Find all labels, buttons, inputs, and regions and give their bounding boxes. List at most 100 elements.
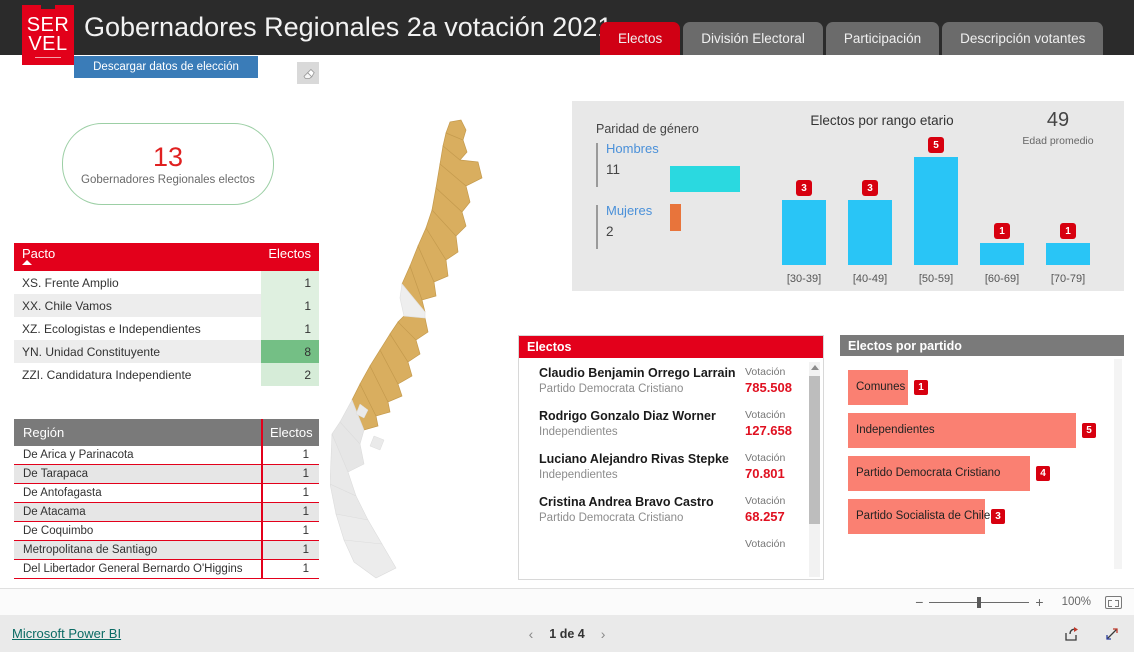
age-range-bar[interactable]: [980, 243, 1024, 265]
region-electos-col-header: Electos: [261, 419, 319, 446]
clear-filters-button[interactable]: [297, 62, 319, 84]
page-indicator: 1 de 4: [549, 626, 585, 641]
tab-descripcion-votantes-label: Descripción votantes: [960, 31, 1086, 46]
partido-bar-label: Partido Democrata Cristiano: [856, 467, 1001, 479]
pacto-table-row[interactable]: XS. Frente Amplio 1: [14, 271, 319, 294]
pacto-table-row[interactable]: ZZI. Candidatura Independiente 2: [14, 363, 319, 386]
electos-item-info: Claudio Benjamin Orrego Larrain Partido D…: [539, 366, 745, 395]
pacto-row-value: 2: [261, 363, 319, 386]
age-range-bar[interactable]: [782, 200, 826, 265]
electos-list-item[interactable]: Luciano Alejandro Rivas Stepke Independie…: [519, 452, 823, 481]
region-table-body: De Arica y Parinacota 1 De Tarapaca 1 De Ant…: [14, 445, 319, 579]
zoom-slider-thumb[interactable]: [977, 596, 982, 608]
electos-list-body[interactable]: Claudio Benjamin Orrego Larrain Partido D…: [519, 358, 823, 581]
partido-bar-label: Independientes: [856, 424, 935, 436]
age-range-tick-label: [40-49]: [852, 273, 888, 285]
tab-division-electoral[interactable]: División Electoral: [683, 22, 823, 55]
age-range-value-badge: 1: [1060, 223, 1076, 239]
electos-item-votes-label: Votación: [745, 495, 786, 507]
electos-item-votes: Votación: [745, 538, 807, 550]
pacto-table-row[interactable]: XZ. Ecologistas e Independientes 1: [14, 317, 319, 340]
footer-action-icons: [1064, 626, 1120, 642]
parity-men-value: 11: [606, 162, 621, 177]
region-table: Región Electos De Arica y Parinacota 1 De …: [14, 419, 319, 579]
region-table-row[interactable]: De Coquimbo 1: [14, 521, 319, 541]
parity-men-accent: [596, 143, 598, 187]
age-range-column: 5 [50-59]: [914, 137, 958, 287]
electos-item-votes-value: 70.801: [745, 466, 785, 481]
electos-list-item[interactable]: Votación: [519, 538, 823, 550]
electos-item-info: Cristina Andrea Bravo Castro Partido Demo…: [539, 495, 745, 524]
pacto-row-value: 8: [261, 340, 319, 363]
region-row-name: De Coquimbo: [23, 525, 94, 537]
tab-electos[interactable]: Electos: [600, 22, 681, 55]
share-icon[interactable]: [1064, 626, 1080, 642]
pacto-row-name: ZZI. Candidatura Independiente: [22, 367, 192, 382]
partido-chart-title: Electos por partido: [840, 335, 1124, 356]
partido-chart-row: Partido Socialista de Chile 3: [840, 495, 1124, 538]
age-range-bar[interactable]: [914, 157, 958, 265]
age-range-tick-label: [30-39]: [786, 273, 822, 285]
parity-men-label: Hombres: [606, 141, 659, 156]
electos-list-item[interactable]: Rodrigo Gonzalo Diaz Worner Independiente…: [519, 409, 823, 438]
zoom-slider-track[interactable]: [929, 596, 1030, 608]
region-row-value: 1: [261, 521, 319, 541]
electos-item-votes-value: 68.257: [745, 509, 785, 524]
pacto-table-row[interactable]: YN. Unidad Constituyente 8: [14, 340, 319, 363]
region-row-name: Metropolitana de Santiago: [23, 544, 158, 556]
parity-women-value: 2: [606, 224, 614, 239]
electos-item-name: Cristina Andrea Bravo Castro: [539, 495, 714, 509]
pacto-table-header[interactable]: Pacto Electos: [14, 243, 319, 271]
region-table-row[interactable]: De Antofagasta 1: [14, 483, 319, 503]
electos-list-item[interactable]: Cristina Andrea Bravo Castro Partido Demo…: [519, 495, 823, 524]
pacto-table-row[interactable]: XX. Chile Vamos 1: [14, 294, 319, 317]
region-row-name: De Tarapaca: [23, 468, 88, 480]
age-range-bar[interactable]: [848, 200, 892, 265]
electos-list-title: Electos: [519, 336, 823, 358]
electos-scrollbar[interactable]: [809, 362, 820, 577]
tab-descripcion-votantes[interactable]: Descripción votantes: [942, 22, 1104, 55]
zoom-in-button[interactable]: +: [1029, 594, 1049, 610]
electos-item-votes-value: 785.508: [745, 380, 792, 395]
electos-item-votes-label: Votación: [745, 452, 786, 464]
age-range-bar[interactable]: [1046, 243, 1090, 265]
page-navigation: ‹ 1 de 4 ›: [529, 626, 606, 642]
power-bi-link[interactable]: Microsoft Power BI: [12, 626, 121, 641]
partido-scrollbar[interactable]: [1114, 359, 1122, 569]
tab-participacion[interactable]: Participación: [825, 22, 940, 55]
parity-women-bar[interactable]: [670, 204, 681, 231]
region-table-row[interactable]: De Atacama 1: [14, 502, 319, 522]
zoom-out-button[interactable]: −: [909, 594, 929, 610]
electos-item-name: Claudio Benjamin Orrego Larrain: [539, 366, 736, 380]
fit-to-screen-icon[interactable]: [1105, 595, 1122, 609]
scroll-up-icon[interactable]: [810, 365, 819, 370]
previous-page-icon[interactable]: ‹: [529, 626, 534, 642]
electos-item-info: [539, 538, 745, 550]
page-title: Gobernadores Regionales 2a votación 2021: [84, 12, 613, 42]
electos-scrollbar-thumb[interactable]: [809, 376, 820, 524]
region-col-header: Región: [23, 425, 65, 440]
report-page: SER VEL Gobernadores Regionales 2a votac…: [0, 0, 1134, 652]
electos-list-item[interactable]: Claudio Benjamin Orrego Larrain Partido D…: [519, 366, 823, 395]
pacto-row-value: 1: [261, 317, 319, 340]
parity-women-group: Mujeres 2: [596, 203, 652, 249]
pacto-row-value: 1: [261, 271, 319, 294]
age-range-bar-chart: 3 [30-39] 3 [40-49] 5 [50-59] 1 [60-69] 1 [70-79]: [782, 137, 1112, 287]
age-range-column: 1 [70-79]: [1046, 139, 1090, 287]
region-table-row[interactable]: De Tarapaca 1: [14, 464, 319, 484]
fullscreen-icon[interactable]: [1104, 626, 1120, 642]
partido-value-badge: 3: [991, 509, 1005, 524]
region-table-header[interactable]: Región Electos: [14, 419, 319, 446]
region-row-name: De Arica y Parinacota: [23, 449, 134, 461]
region-row-value: 1: [261, 502, 319, 522]
age-range-column: 3 [40-49]: [848, 139, 892, 287]
next-page-icon[interactable]: ›: [601, 626, 606, 642]
region-table-row[interactable]: Del Libertador General Bernardo O'Higgin…: [14, 559, 319, 579]
region-row-value: 1: [261, 483, 319, 503]
region-table-row[interactable]: Metropolitana de Santiago 1: [14, 540, 319, 560]
region-table-row[interactable]: De Arica y Parinacota 1: [14, 445, 319, 465]
download-election-data-button[interactable]: Descargar datos de elección: [74, 56, 258, 78]
kpi-card-electos: 13 Gobernadores Regionales electos: [62, 123, 274, 205]
electos-item-votes: Votación 70.801: [745, 452, 807, 481]
parity-men-bar[interactable]: [670, 166, 740, 192]
